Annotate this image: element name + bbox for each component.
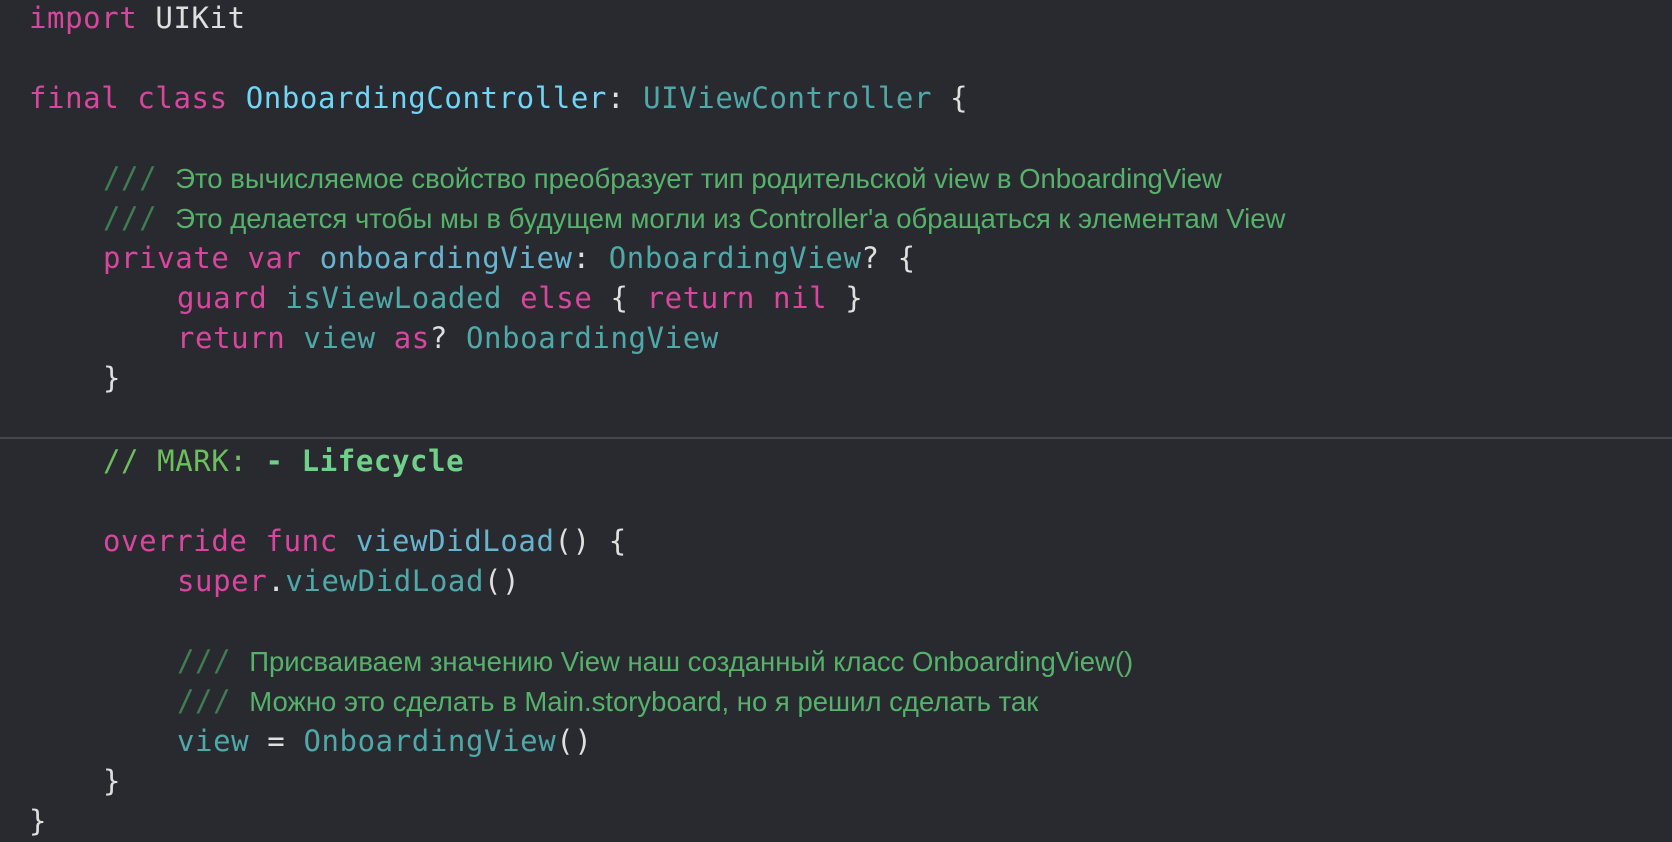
code-token: =: [249, 724, 304, 758]
code-comment: ///: [177, 644, 250, 678]
code-line[interactable]: /// Присваиваем значению View наш создан…: [177, 641, 1133, 681]
code-token: as: [393, 321, 430, 355]
code-token: return: [177, 321, 286, 355]
code-line[interactable]: super.viewDidLoad(): [177, 561, 520, 601]
code-line[interactable]: import UIKit: [29, 0, 246, 38]
code-token: isViewLoaded: [285, 281, 503, 315]
code-line[interactable]: /// Это вычисляемое свойство преобразует…: [103, 158, 1222, 198]
code-token: OnboardingView: [303, 724, 557, 758]
code-token: viewDidLoad: [355, 524, 555, 558]
code-token: {: [932, 81, 969, 115]
code-token: onboardingView: [319, 241, 573, 275]
code-line[interactable]: /// Можно это сделать в Main.storyboard,…: [177, 681, 1038, 721]
code-line[interactable]: // MARK: - Lifecycle: [103, 441, 464, 481]
code-token: ? {: [861, 241, 916, 275]
code-token: OnboardingController: [245, 81, 607, 115]
code-line[interactable]: }: [103, 761, 121, 801]
code-token: (): [484, 564, 521, 598]
section-divider: [0, 437, 1672, 439]
code-token: final: [29, 81, 120, 115]
code-line[interactable]: }: [29, 801, 47, 841]
code-line[interactable]: }: [103, 358, 121, 398]
code-token: () {: [554, 524, 627, 558]
code-comment: - Lifecycle: [265, 444, 465, 478]
code-token: guard: [177, 281, 268, 315]
code-token: view: [303, 321, 376, 355]
code-comment: Можно это сделать в Main.storyboard, но …: [249, 686, 1039, 717]
code-comment: Это делается чтобы мы в будущем могли из…: [175, 203, 1286, 234]
code-comment: ///: [103, 161, 176, 195]
code-line[interactable]: /// Это делается чтобы мы в будущем могл…: [103, 198, 1285, 238]
code-token: import: [29, 1, 138, 35]
code-editor[interactable]: import UIKit final class OnboardingContro…: [0, 0, 1672, 842]
code-line[interactable]: view = OnboardingView(): [177, 721, 592, 761]
code-comment: Это вычисляемое свойство преобразует тип…: [175, 163, 1222, 194]
code-line[interactable]: final class OnboardingController: UIView…: [29, 78, 968, 118]
code-token: }: [827, 281, 864, 315]
code-token: :: [572, 241, 609, 275]
code-token: UIViewController: [643, 81, 933, 115]
code-token: (): [556, 724, 593, 758]
code-token: {: [592, 281, 647, 315]
code-comment: ///: [177, 684, 250, 718]
code-line[interactable]: override func viewDidLoad() {: [103, 521, 627, 561]
code-token: }: [103, 361, 122, 395]
code-token: override: [103, 524, 248, 558]
code-line[interactable]: return view as? OnboardingView: [177, 318, 719, 358]
code-token: }: [29, 804, 48, 838]
code-token: UIKit: [137, 1, 246, 35]
code-comment: ///: [103, 201, 176, 235]
code-line[interactable]: guard isViewLoaded else { return nil }: [177, 278, 863, 318]
code-token: .: [267, 564, 286, 598]
code-token: func: [265, 524, 338, 558]
code-line[interactable]: private var onboardingView: OnboardingVi…: [103, 238, 916, 278]
code-token: }: [103, 764, 122, 798]
code-token: :: [606, 81, 644, 115]
code-token: nil: [773, 281, 828, 315]
code-token: else: [520, 281, 593, 315]
code-token: OnboardingView: [465, 321, 719, 355]
code-comment: // MARK:: [103, 444, 266, 478]
code-comment: Присваиваем значению View наш созданный …: [249, 646, 1134, 677]
code-token: OnboardingView: [608, 241, 862, 275]
code-token: class: [137, 81, 228, 115]
code-token: ?: [429, 321, 466, 355]
code-token: return: [646, 281, 755, 315]
code-token: private: [103, 241, 230, 275]
code-token: view: [177, 724, 250, 758]
code-token: viewDidLoad: [285, 564, 485, 598]
code-token: super: [177, 564, 268, 598]
code-token: var: [247, 241, 302, 275]
